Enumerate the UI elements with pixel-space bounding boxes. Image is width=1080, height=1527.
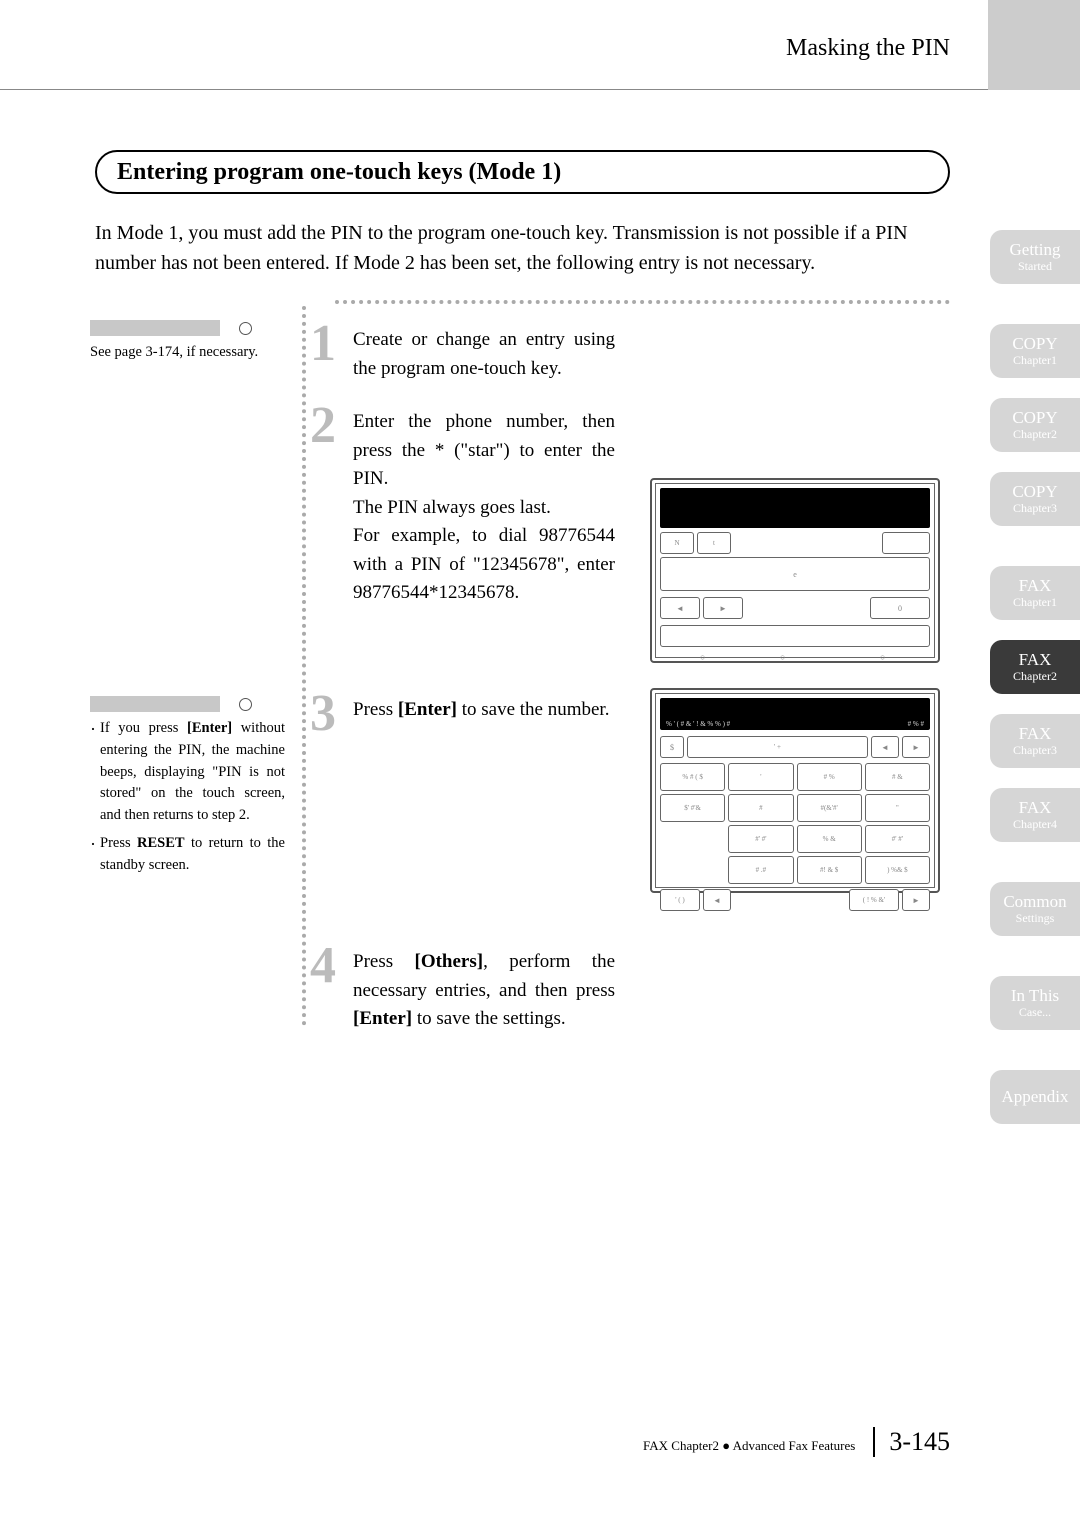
lcd-1-btn-0: 0 xyxy=(870,597,930,619)
lcd-2-cell: #' #' xyxy=(728,825,793,853)
tab-spacer xyxy=(990,1050,1080,1070)
lcd-1-footer: ○ ○ ○ xyxy=(660,650,930,666)
lcd-2-header-bar: % ' ( # & ' ! & % % ) # # % # xyxy=(660,698,930,730)
lcd-2-arrow-left-icon: ◄ xyxy=(871,736,899,758)
section-title-capsule: Entering program one-touch keys (Mode 1) xyxy=(95,150,950,194)
page-header: Masking the PIN xyxy=(0,0,1080,90)
tab-spacer xyxy=(990,862,1080,882)
step-1-text: Create or change an entry using the prog… xyxy=(353,326,615,383)
page-margin-block xyxy=(988,0,1080,90)
lcd-2-foot-arrow-right-icon: ► xyxy=(902,889,930,911)
lcd-2-cell: # xyxy=(728,794,793,822)
section-intro: In Mode 1, you must add the PIN to the p… xyxy=(95,218,950,278)
tab-spacer xyxy=(990,956,1080,976)
lcd-1-header-bar xyxy=(660,488,930,528)
lcd-1-btn-t: t xyxy=(697,532,731,554)
lcd-2-inner: % ' ( # & ' ! & % % ) # # % # $ ' + ◄ ► … xyxy=(655,693,935,888)
dotted-divider-horizontal xyxy=(335,300,950,304)
step-3: 3 Press [Enter] to save the number. xyxy=(315,696,615,725)
lcd-2-cell: % & xyxy=(797,825,862,853)
side-note-1: See page 3-174, if necessary. xyxy=(90,320,285,364)
step-4-number: 4 xyxy=(310,936,336,995)
lcd-screen-1: N t e ◄ ► 0 ○ ○ ○ xyxy=(650,478,940,663)
tab-appendix[interactable]: Appendix xyxy=(990,1070,1080,1124)
tab-fax-ch4[interactable]: FAXChapter4 xyxy=(990,788,1080,842)
tab-fax-ch2[interactable]: FAXChapter2 xyxy=(990,640,1080,694)
breadcrumb: Masking the PIN xyxy=(786,35,950,62)
note-1-text: See page 3-174, if necessary. xyxy=(90,344,258,360)
page-footer: FAX Chapter2 ● Advanced Fax Features 3-1… xyxy=(643,1427,950,1457)
lcd-2-cell: $' #'& xyxy=(660,794,725,822)
step-3-text: Press [Enter] to save the number. xyxy=(353,696,615,725)
step-2: 2 Enter the phone number, then press the… xyxy=(315,408,615,608)
lcd-2-spacer xyxy=(660,825,725,853)
lcd-1-btn-n: N xyxy=(660,532,694,554)
lcd-1-field: e xyxy=(660,557,930,591)
tab-getting-started[interactable]: GettingStarted xyxy=(990,230,1080,284)
footer-chapter: FAX Chapter2 ● Advanced Fax Features xyxy=(643,1438,855,1454)
lcd-1-field-2 xyxy=(660,625,930,647)
tab-copy-ch3[interactable]: COPYChapter3 xyxy=(990,472,1080,526)
lcd-2-arrow-right-icon: ► xyxy=(902,736,930,758)
step-2-line1: Enter the phone number, then press the *… xyxy=(353,411,615,489)
tab-spacer xyxy=(990,546,1080,566)
tab-fax-ch3[interactable]: FAXChapter3 xyxy=(990,714,1080,768)
lcd-2-cell: % # ( $ xyxy=(660,763,725,791)
lcd-2-cell: #! & $ xyxy=(797,856,862,884)
footer-page-number: 3-145 xyxy=(873,1427,950,1457)
step-2-number: 2 xyxy=(310,396,336,455)
tab-copy-ch2[interactable]: COPYChapter2 xyxy=(990,398,1080,452)
lcd-2-cell: # .# xyxy=(728,856,793,884)
note-2-list: If you press [Enter] without entering th… xyxy=(90,718,285,876)
lcd-2-foot-pct: ( ! % &' xyxy=(849,889,899,911)
lcd-2-cell: # & xyxy=(865,763,930,791)
dotted-divider-vertical xyxy=(302,306,306,1026)
lcd-2-cell: #(&'#' xyxy=(797,794,862,822)
tab-copy-ch1[interactable]: COPYChapter1 xyxy=(990,324,1080,378)
tab-in-this-case[interactable]: In ThisCase... xyxy=(990,976,1080,1030)
lcd-screen-2: % ' ( # & ' ! & % % ) # # % # $ ' + ◄ ► … xyxy=(650,688,940,893)
lcd-1-inner: N t e ◄ ► 0 ○ ○ ○ xyxy=(655,483,935,658)
step-2-text: Enter the phone number, then press the *… xyxy=(353,408,615,608)
lcd-2-s-btn: $ xyxy=(660,736,684,758)
step-2-line2: The PIN always goes last. xyxy=(353,497,551,518)
step-2-line3: For example, to dial 98776544 with a PIN… xyxy=(353,525,615,603)
lcd-1-arrow-right-icon: ► xyxy=(703,597,743,619)
step-1: 1 Create or change an entry using the pr… xyxy=(315,326,615,383)
lcd-2-cell: '' xyxy=(865,794,930,822)
lcd-2-cell: # % xyxy=(797,763,862,791)
note-2-item-2: Press RESET to return to the standby scr… xyxy=(90,833,285,877)
lcd-1-btn-blank xyxy=(882,532,930,554)
step-4-text: Press [Others], perform the necessary en… xyxy=(353,948,615,1034)
tab-common-settings[interactable]: CommonSettings xyxy=(990,882,1080,936)
note-icon-2 xyxy=(90,696,220,712)
lcd-2-foot-btn: ' ( ) xyxy=(660,889,700,911)
lcd-2-spacer xyxy=(660,856,725,884)
lcd-2-foot-arrow-left-icon: ◄ xyxy=(703,889,731,911)
step-4: 4 Press [Others], perform the necessary … xyxy=(315,948,615,1034)
section-title: Entering program one-touch keys (Mode 1) xyxy=(117,159,561,186)
side-note-2: If you press [Enter] without entering th… xyxy=(90,696,285,882)
lcd-2-cell: ' xyxy=(728,763,793,791)
side-tabs: GettingStarted COPYChapter1 COPYChapter2… xyxy=(990,230,1080,1144)
lcd-2-cell: ) %& $ xyxy=(865,856,930,884)
lcd-2-cell: #' #' xyxy=(865,825,930,853)
note-icon xyxy=(90,320,220,336)
note-2-item-1: If you press [Enter] without entering th… xyxy=(90,718,285,827)
lcd-2-val-field: ' + xyxy=(687,736,868,758)
main-content: Entering program one-touch keys (Mode 1)… xyxy=(95,150,950,308)
lcd-1-arrow-left-icon: ◄ xyxy=(660,597,700,619)
step-1-number: 1 xyxy=(310,314,336,373)
tab-fax-ch1[interactable]: FAXChapter1 xyxy=(990,566,1080,620)
lcd-2-grid: % # ( $ ' # % # & $' #'& # #(&'#' '' #' … xyxy=(656,760,934,887)
tab-spacer xyxy=(990,304,1080,324)
step-3-number: 3 xyxy=(310,684,336,743)
